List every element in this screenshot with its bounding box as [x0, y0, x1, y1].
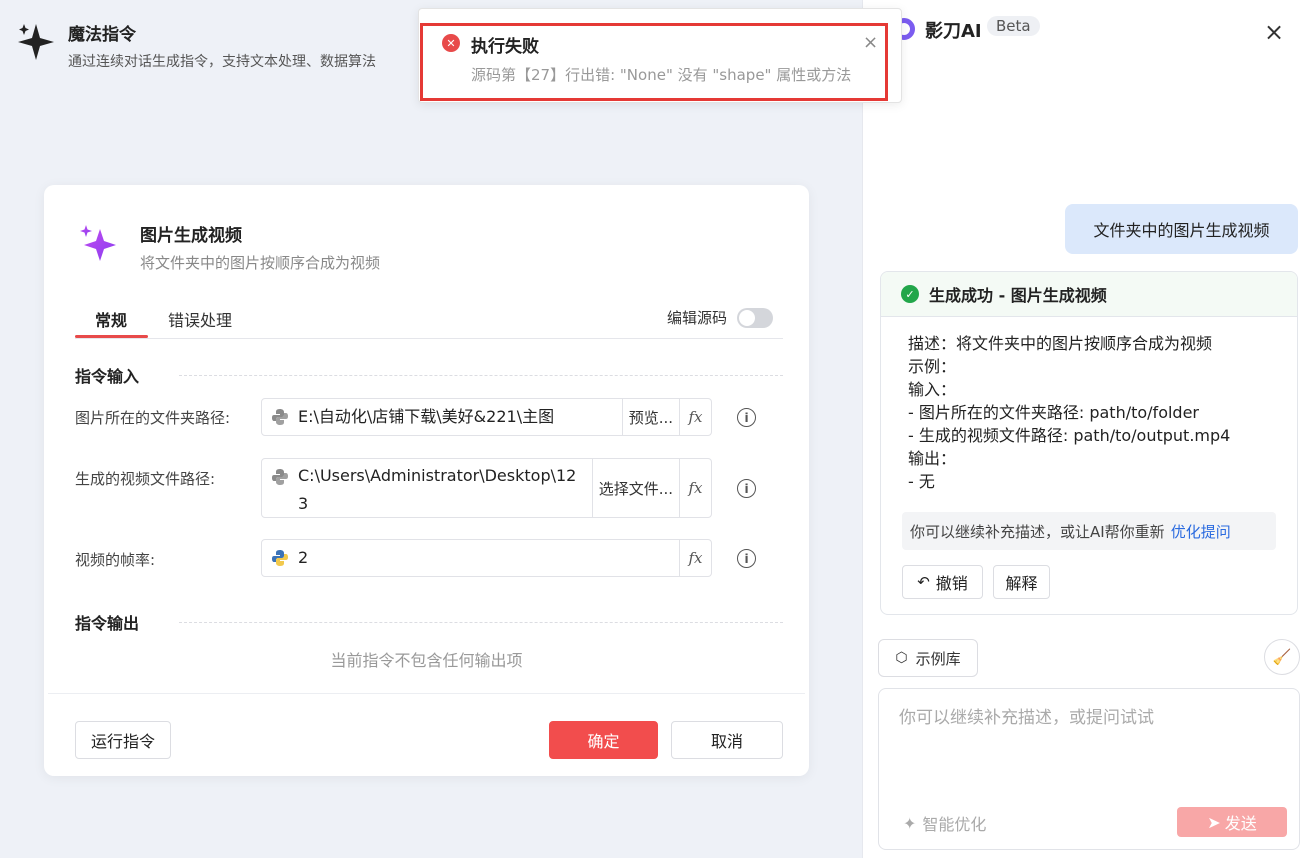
result-line: 示例： [908, 357, 957, 376]
result-title: 生成成功 - 图片生成视频 [929, 286, 1107, 305]
hint-box: 你可以继续补充描述，或让AI帮你重新 优化提问 [902, 512, 1276, 550]
footer-divider [48, 693, 805, 694]
dialog-title: 图片生成视频 [140, 226, 242, 246]
info-icon[interactable]: i [737, 549, 756, 568]
dialog-subtitle: 将文件夹中的图片按顺序合成为视频 [140, 254, 381, 272]
dialog-header: 图片生成视频 将文件夹中的图片按顺序合成为视频 [76, 221, 380, 273]
hint-text: 你可以继续补充描述，或让AI帮你重新 [910, 522, 1165, 541]
magic-sparkle-icon [80, 225, 116, 261]
smart-optimize-button[interactable]: ✦ 智能优化 [903, 811, 986, 835]
dialog-tabs: 常规 错误处理 编辑源码 [75, 295, 783, 339]
ai-panel: 影刀AI Beta × 文件夹中的图片生成视频 ✓ 生成成功 - 图片生成视频 … [862, 0, 1315, 858]
send-icon: ➤ [1207, 812, 1221, 832]
ai-result-card: ✓ 生成成功 - 图片生成视频 描述：将文件夹中的图片按顺序合成为视频 示例： … [880, 271, 1298, 615]
chat-input[interactable] [899, 703, 1279, 763]
no-output-message: 当前指令不包含任何输出项 [330, 651, 523, 670]
info-icon[interactable]: i [737, 479, 756, 498]
error-icon: ✕ [442, 34, 460, 52]
page-header: 魔法指令 通过连续对话生成指令，支持文本处理、数据算法 [16, 20, 376, 71]
smart-optimize-label: 智能优化 [922, 815, 987, 834]
send-label: 发送 [1224, 814, 1257, 833]
sparkle-icon: ✦ [903, 813, 917, 833]
select-file-button[interactable]: 选择文件... [591, 459, 679, 517]
fx-icon[interactable]: fx [679, 459, 711, 517]
video-path-input[interactable]: C:\Users\Administrator\Desktop\123 选择文件.… [261, 458, 712, 518]
fx-icon[interactable]: fx [679, 399, 711, 435]
instruction-dialog: 图片生成视频 将文件夹中的图片按顺序合成为视频 常规 错误处理 编辑源码 指令输… [44, 185, 809, 776]
info-icon[interactable]: i [737, 408, 756, 427]
input-section-title: 指令输入 [75, 367, 140, 386]
folder-path-input[interactable]: E:\自动化\店铺下载\美好&221\主图 预览... fx [261, 398, 712, 436]
page-title: 魔法指令 [68, 25, 136, 45]
result-line: - 无 [908, 472, 935, 491]
undo-label: 撤销 [935, 574, 968, 593]
edit-source-label: 编辑源码 [666, 309, 727, 327]
chat-input-box: ✦ 智能优化 ➤ 发送 [878, 688, 1300, 850]
result-line: - 生成的视频文件路径: path/to/output.mp4 [908, 426, 1231, 445]
close-icon[interactable]: × [863, 32, 878, 53]
active-tab-indicator [75, 335, 148, 338]
example-library-button[interactable]: ⬡ 示例库 [878, 639, 978, 677]
broom-icon[interactable]: 🧹 [1264, 639, 1300, 675]
frame-rate-input[interactable]: 2 fx [261, 539, 712, 577]
toast-message: 源码第【27】行出错: "None" 没有 "shape" 属性或方法 [471, 66, 852, 84]
frame-rate-value: 2 [298, 548, 309, 567]
close-icon[interactable]: × [1264, 18, 1284, 46]
confirm-button[interactable]: 确定 [549, 721, 658, 759]
result-line: 输出： [908, 449, 957, 468]
preview-button[interactable]: 预览... [621, 399, 679, 435]
result-line: 输入： [908, 380, 957, 399]
section-divider [179, 621, 783, 623]
explain-button[interactable]: 解释 [993, 565, 1050, 599]
result-description: 描述：将文件夹中的图片按顺序合成为视频 示例： 输入： - 图片所在的文件夹路径… [881, 317, 1297, 493]
user-message-bubble: 文件夹中的图片生成视频 [1065, 204, 1298, 254]
beta-badge: Beta [987, 16, 1040, 36]
folder-path-value: E:\自动化\店铺下载\美好&221\主图 [298, 407, 555, 426]
section-divider [179, 374, 783, 376]
python-icon [262, 399, 298, 435]
toast-title: 执行失败 [471, 37, 539, 57]
cube-icon: ⬡ [895, 650, 908, 666]
fx-icon[interactable]: fx [679, 540, 711, 576]
result-line: 描述：将文件夹中的图片按顺序合成为视频 [908, 334, 1213, 353]
undo-button[interactable]: ↶ 撤销 [902, 565, 983, 599]
send-button[interactable]: ➤ 发送 [1177, 807, 1287, 837]
edit-source-toggle[interactable] [737, 307, 773, 328]
sparkle-icon [18, 24, 54, 60]
field-label-folder-path: 图片所在的文件夹路径: [75, 409, 231, 427]
optimize-question-link[interactable]: 优化提问 [1171, 521, 1231, 542]
ai-panel-title: 影刀AI [925, 21, 982, 42]
output-section-title: 指令输出 [75, 614, 140, 633]
result-header: ✓ 生成成功 - 图片生成视频 [881, 272, 1297, 317]
field-label-video-path: 生成的视频文件路径: [75, 470, 216, 488]
field-label-frame-rate: 视频的帧率: [75, 551, 156, 569]
output-section-heading: 指令输出 [75, 610, 783, 634]
example-library-label: 示例库 [915, 649, 961, 668]
undo-icon: ↶ [917, 573, 930, 591]
error-toast: ✕ 执行失败 源码第【27】行出错: "None" 没有 "shape" 属性或… [418, 8, 902, 103]
success-check-icon: ✓ [901, 285, 919, 303]
result-line: - 图片所在的文件夹路径: path/to/folder [908, 403, 1200, 422]
cancel-button[interactable]: 取消 [671, 721, 783, 759]
tab-general[interactable]: 常规 [95, 307, 127, 331]
run-instruction-button[interactable]: 运行指令 [75, 721, 171, 759]
page-subtitle: 通过连续对话生成指令，支持文本处理、数据算法 [68, 54, 376, 70]
input-section-heading: 指令输入 [75, 363, 783, 387]
tab-error-handling[interactable]: 错误处理 [168, 307, 232, 331]
python-icon [262, 540, 298, 576]
video-path-value: C:\Users\Administrator\Desktop\123 [298, 466, 577, 513]
python-icon [262, 459, 298, 517]
edit-source-toggle-group: 编辑源码 [667, 307, 773, 328]
main-area: 魔法指令 通过连续对话生成指令，支持文本处理、数据算法 图片生成视频 将文件夹中… [0, 0, 862, 858]
